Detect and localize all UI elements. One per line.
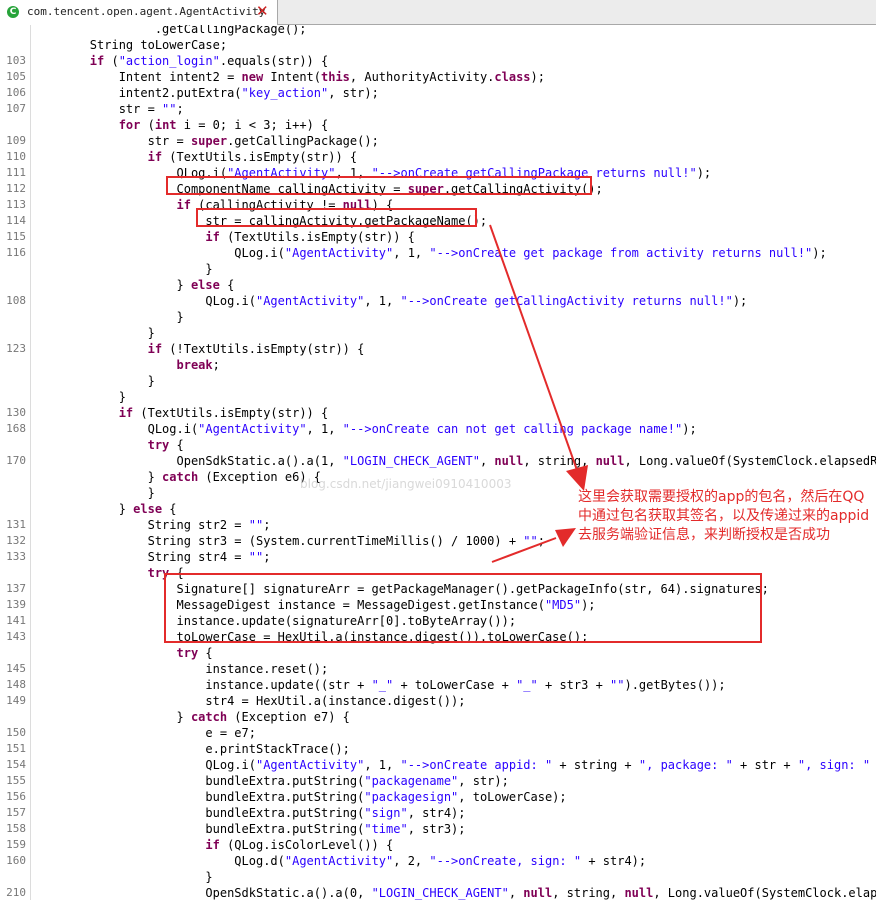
class-icon: C (7, 6, 19, 18)
tab-label: com.tencent.open.agent.AgentActivity (27, 5, 266, 18)
close-icon[interactable]: ✕ (256, 3, 269, 19)
tab-agent-activity[interactable]: C com.tencent.open.agent.AgentActivity ✕ (0, 0, 278, 25)
arrow-to-signature (491, 537, 557, 563)
arrow-to-note (489, 224, 579, 474)
annotation-note: 这里会获取需要授权的app的包名，然后在QQ中通过包名获取其签名，以及传递过来的… (578, 489, 870, 543)
code-editor[interactable]: .getCallingPackage(); String toLowerCase… (0, 25, 876, 900)
arrow-head-left (555, 528, 576, 547)
editor-tab-bar: C com.tencent.open.agent.AgentActivity ✕ (0, 0, 876, 25)
annotation-arrows (489, 224, 588, 563)
